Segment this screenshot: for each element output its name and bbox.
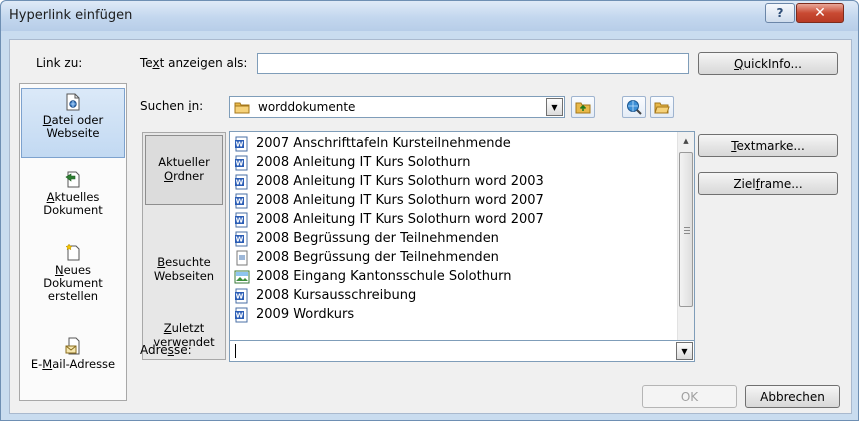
dialog-title: Hyperlink einfügen	[9, 8, 133, 23]
file-name: 2008 Eingang Kantonsschule Solothurn	[256, 269, 512, 284]
look-in-dropdown[interactable]: worddokumente ▼	[229, 96, 565, 118]
link-to-bar: Datei oder Webseite Aktuelles Dokument Neu…	[19, 83, 127, 401]
link-to-current-document-label: Aktuelles Dokument	[43, 190, 103, 217]
word-doc-icon: W	[235, 307, 248, 322]
target-frame-button[interactable]: Zielframe...	[698, 172, 838, 195]
file-name: 2009 Wordkurs	[256, 307, 355, 322]
file-name: 2007 Anschrifttafeln Kursteilnehmende	[256, 136, 511, 151]
file-list-item[interactable]: 2008 Eingang Kantonsschule Solothurn	[234, 267, 512, 286]
file-list-item[interactable]: W 2009 Wordkurs	[234, 305, 354, 324]
current-document-icon	[65, 171, 80, 188]
file-list-item[interactable]: W 2008 Anleitung IT Kurs Solothurn word 2…	[234, 172, 544, 191]
link-to-file-or-webpage-label: Datei oder Webseite	[42, 113, 104, 140]
word-doc-icon: W	[235, 231, 248, 246]
file-name: 2008 Kursausschreibung	[256, 288, 417, 303]
word-doc-icon: W	[235, 155, 248, 170]
folder-icon	[234, 102, 250, 114]
link-to-email-address-label: E-Mail-Adresse	[30, 357, 116, 371]
address-label: Adresse:	[140, 343, 192, 357]
file-list-item[interactable]: W 2008 Anleitung IT Kurs Solothurn word 2…	[234, 210, 544, 229]
link-to-current-document[interactable]: Aktuelles Dokument	[21, 170, 125, 230]
file-name: 2008 Anleitung IT Kurs Solothurn word 20…	[256, 212, 544, 227]
file-name: 2008 Anleitung IT Kurs Solothurn	[256, 155, 471, 170]
display-text-field[interactable]	[257, 53, 689, 74]
scroll-up-arrow[interactable]: ▲	[678, 132, 694, 149]
bookmark-button[interactable]: Textmarke...	[698, 134, 838, 157]
file-name: 2008 Begrüssung der Teilnehmenden	[256, 250, 499, 265]
link-to-new-document-label: Neues Dokument erstellen	[43, 263, 103, 303]
tab-current-folder[interactable]: Aktueller Ordner	[145, 135, 223, 205]
image-file-icon	[234, 270, 250, 283]
browse-file-button[interactable]	[650, 96, 674, 118]
browse-web-icon	[627, 100, 642, 115]
file-list-item[interactable]: W 2008 Begrüssung der Teilnehmenden	[234, 229, 499, 248]
browse-web-button[interactable]	[622, 96, 646, 118]
text-cursor	[235, 344, 236, 358]
svg-text:W: W	[236, 159, 244, 167]
link-to-new-document[interactable]: Neues Dokument erstellen	[21, 243, 125, 315]
generic-doc-icon	[236, 250, 248, 265]
ok-button[interactable]: OK	[642, 385, 737, 408]
email-icon	[65, 337, 80, 355]
link-to-label: Link zu:	[36, 56, 83, 70]
address-dropdown-arrow[interactable]: ▼	[676, 342, 693, 360]
dialog-body: Link zu: Datei oder Webseite Aktuelles Dok…	[9, 39, 852, 414]
file-list-item[interactable]: W 2007 Anschrifttafeln Kursteilnehmende	[234, 134, 511, 153]
location-tabs: Aktueller Ordner Besuchte Webseiten Zuletz…	[142, 132, 226, 360]
link-to-file-or-webpage[interactable]: Datei oder Webseite	[21, 88, 125, 158]
word-doc-icon: W	[235, 212, 248, 227]
quickinfo-button[interactable]: QuickInfo...	[698, 52, 838, 75]
word-doc-icon: W	[235, 288, 248, 303]
cancel-button[interactable]: Abbrechen	[745, 385, 840, 408]
browse-file-icon	[654, 102, 670, 114]
file-name: 2008 Anleitung IT Kurs Solothurn word 20…	[256, 174, 544, 189]
document-web-icon	[66, 93, 80, 111]
svg-text:W: W	[236, 292, 244, 300]
file-name: 2008 Anleitung IT Kurs Solothurn word 20…	[256, 193, 544, 208]
look-in-value: worddokumente	[258, 100, 356, 114]
tab-browsed-pages[interactable]: Besuchte Webseiten	[145, 255, 223, 283]
look-in-label: Suchen in:	[140, 99, 204, 113]
svg-text:W: W	[236, 178, 244, 186]
file-list-item[interactable]: 2008 Begrüssung der Teilnehmenden	[234, 248, 499, 267]
file-list-item[interactable]: W 2008 Anleitung IT Kurs Solothurn word 2…	[234, 191, 544, 210]
look-in-dropdown-arrow[interactable]: ▼	[546, 98, 563, 116]
file-list-item[interactable]: W 2008 Kursausschreibung	[234, 286, 416, 305]
address-field[interactable]: ▼	[229, 340, 695, 362]
hyperlink-dialog: Hyperlink einfügen ? ✕ Link zu: Datei od…	[0, 0, 859, 421]
file-list[interactable]: W 2007 Anschrifttafeln Kursteilnehmende W 2…	[229, 131, 695, 361]
title-bar: Hyperlink einfügen ? ✕	[1, 1, 858, 31]
file-list-scrollbar[interactable]: ▲ ▼	[677, 132, 694, 360]
link-to-email-address[interactable]: E-Mail-Adresse	[21, 337, 125, 385]
help-button[interactable]: ?	[765, 3, 795, 23]
svg-text:W: W	[236, 140, 244, 148]
scroll-thumb[interactable]	[679, 152, 693, 307]
svg-text:W: W	[236, 216, 244, 224]
up-one-folder-button[interactable]	[571, 96, 595, 118]
svg-text:W: W	[236, 197, 244, 205]
word-doc-icon: W	[235, 136, 248, 151]
word-doc-icon: W	[235, 193, 248, 208]
file-list-item[interactable]: W 2008 Anleitung IT Kurs Solothurn	[234, 153, 471, 172]
close-button[interactable]: ✕	[796, 3, 844, 23]
svg-text:W: W	[236, 235, 244, 243]
svg-text:W: W	[236, 311, 244, 319]
file-name: 2008 Begrüssung der Teilnehmenden	[256, 231, 499, 246]
word-doc-icon: W	[235, 174, 248, 189]
new-document-icon	[65, 243, 80, 261]
display-text-label: Text anzeigen als:	[140, 56, 248, 70]
up-folder-icon	[575, 102, 591, 114]
